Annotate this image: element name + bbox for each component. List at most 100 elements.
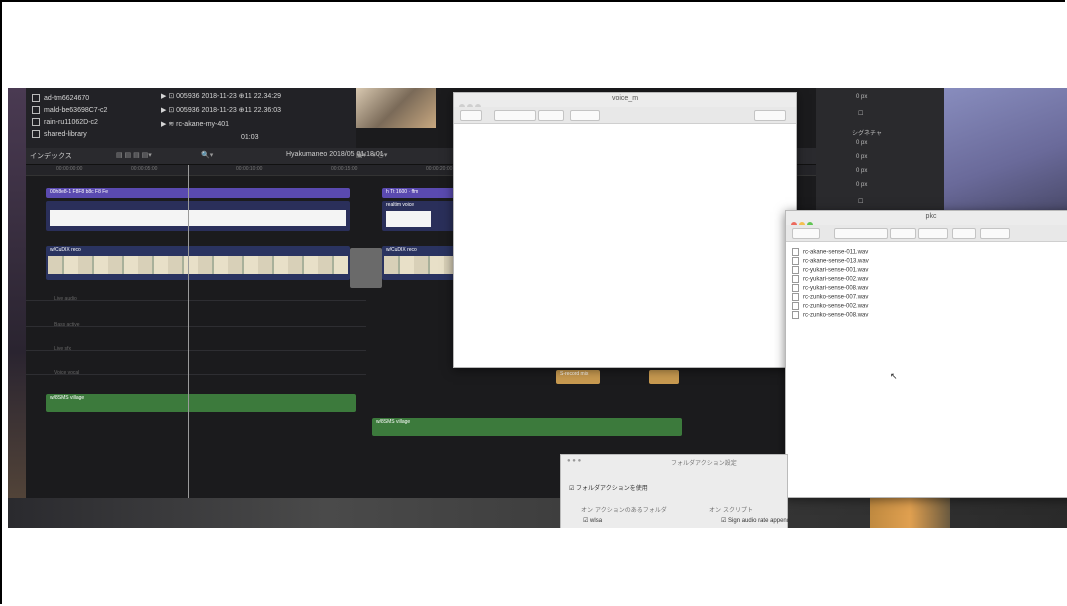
search-button[interactable]: [754, 110, 786, 121]
audio-clip-orange[interactable]: [649, 370, 679, 384]
library-item[interactable]: rain-ru11062D-c2: [32, 118, 98, 126]
filmstrip: [48, 256, 348, 274]
column-header: アクションのあるフォルダ: [595, 508, 667, 514]
audio-file-icon: [792, 275, 799, 283]
window-titlebar[interactable]: voice_m: [454, 93, 796, 110]
library-item[interactable]: mald-be63698C7-c2: [32, 106, 107, 114]
tools-icon[interactable]: ▣▾ ◔▾ ◷▾: [356, 151, 387, 159]
inspector-value: 0 px: [856, 182, 868, 188]
action-button[interactable]: [570, 110, 600, 121]
inspector-value: シグネチャ: [852, 131, 882, 137]
mouse-cursor-icon: ↖: [890, 371, 898, 381]
title-clip[interactable]: h Tt 1600 · ffm: [382, 188, 460, 198]
library-icon: [32, 130, 40, 138]
file-item[interactable]: rc-yukari-sense-001.wav: [792, 266, 868, 274]
clip-thumbnail[interactable]: [356, 88, 436, 128]
column-header: オン: [581, 508, 594, 514]
ruler-tick: 00:00:00:00: [56, 166, 83, 172]
event-item[interactable]: ▶ ⊡ 005936 2018-11-23 ⊕11 22.34:29: [161, 92, 281, 100]
library-item[interactable]: shared-library: [32, 130, 87, 138]
file-item[interactable]: rc-zunko-sense-007.wav: [792, 293, 868, 301]
view-mode-buttons[interactable]: [494, 110, 536, 121]
audio-file-icon: [792, 284, 799, 292]
green-audio-clip[interactable]: w/8SMS village: [372, 418, 682, 436]
event-duration: 01:03: [241, 134, 259, 141]
folder-row[interactable]: ☑ wlsa: [583, 517, 602, 524]
ruler-tick: 00:00:05:00: [131, 166, 158, 172]
audio-file-icon: [792, 293, 799, 301]
ruler-tick: 00:00:15:00: [331, 166, 358, 172]
event-item[interactable]: ▶ ≋ rc-akane-my-401: [161, 120, 229, 128]
audio-clip[interactable]: [46, 201, 350, 231]
lane-label: Live audio: [54, 296, 77, 302]
library-item[interactable]: ad-tm6624670: [32, 94, 89, 102]
lane-label: Voice vocal: [54, 370, 80, 376]
window-controls-icon[interactable]: ● ● ●: [567, 458, 581, 464]
action-button[interactable]: [918, 228, 948, 239]
script-row[interactable]: ☑ Sign audio rate append...: [721, 517, 795, 524]
arrange-button[interactable]: [890, 228, 916, 239]
index-button[interactable]: インデックス: [30, 151, 72, 161]
ruler-tick: 00:00:20:00: [426, 166, 453, 172]
file-item[interactable]: rc-yukari-sense-002.wav: [792, 275, 868, 283]
inspector-value: ☐: [858, 199, 864, 205]
view-mode-buttons[interactable]: [834, 228, 888, 239]
enable-checkbox[interactable]: ☑ フォルダアクションを使用: [569, 483, 648, 492]
tag-button[interactable]: [980, 228, 1010, 239]
finder-toolbar: [786, 225, 1067, 242]
inspector-value: ☐: [858, 111, 864, 117]
zoom-icon[interactable]: 🔍▾: [201, 151, 213, 159]
audio-clip[interactable]: realtim voice: [382, 201, 460, 231]
green-audio-clip[interactable]: w/8SMS village: [46, 394, 356, 412]
view-buttons-icon[interactable]: ▤ ▤ ▤ ▤▾: [116, 151, 152, 159]
waveform: [50, 210, 346, 226]
event-item[interactable]: ▶ ⊡ 005936 2018-11-23 ⊕11 22.36:03: [161, 106, 281, 114]
column-header: オン: [709, 508, 722, 514]
file-item[interactable]: rc-akane-sense-013.wav: [792, 257, 869, 265]
video-clip[interactable]: w/CuDIX reco: [382, 246, 460, 280]
inspector-panel: 0 px ☐ シグネチャ 0 px 0 px 0 px 0 px ☐: [816, 88, 944, 213]
inspector-value: 0 px: [856, 168, 868, 174]
desktop-screen: ad-tm6624670 mald-be63698C7-c2 rain-ru11…: [8, 88, 1067, 528]
file-item[interactable]: rc-zunko-sense-002.wav: [792, 302, 868, 310]
back-forward-buttons[interactable]: [460, 110, 482, 121]
audio-file-icon: [792, 302, 799, 310]
inspector-value: 0 px: [856, 154, 868, 160]
audio-file-icon: [792, 257, 799, 265]
inspector-value: 0 px: [856, 140, 868, 146]
playhead[interactable]: [188, 165, 189, 498]
window-title: voice_m: [611, 95, 639, 102]
arrange-button[interactable]: [538, 110, 564, 121]
desktop-wallpaper-right: [926, 88, 1067, 213]
lane-divider: [26, 300, 366, 301]
filmstrip: [384, 256, 458, 274]
desktop-wallpaper-accent: [870, 498, 950, 528]
column-header: スクリプト: [723, 508, 754, 514]
folder-action-dialog[interactable]: ● ● ● フォルダアクション設定 ☑ フォルダアクションを使用 オン アクショ…: [560, 454, 795, 528]
library-icon: [32, 118, 40, 126]
library-icon: [32, 94, 40, 102]
ruler-tick: 00:00:10:00: [236, 166, 263, 172]
back-forward-buttons[interactable]: [792, 228, 820, 239]
audio-file-icon: [792, 248, 799, 256]
title-clip[interactable]: 00h8e8-1 F8F8 b8c F8 Fe: [46, 188, 350, 198]
video-clip[interactable]: w/CuDIX reco: [46, 246, 350, 280]
finder-window-files[interactable]: pkc rc-akane-sense-011.wav rc-akane-sens…: [785, 210, 1067, 498]
window-titlebar[interactable]: pkc: [786, 211, 1067, 228]
audio-file-icon: [792, 311, 799, 319]
window-title: pkc: [925, 213, 937, 220]
finder-toolbar: [454, 107, 796, 124]
waveform: [386, 211, 431, 227]
dialog-title: フォルダアクション設定: [671, 461, 737, 467]
file-item[interactable]: rc-yukari-sense-008.wav: [792, 284, 868, 292]
file-item[interactable]: rc-akane-sense-011.wav: [792, 248, 868, 256]
lane-label: Live sfx: [54, 346, 71, 352]
share-button[interactable]: [952, 228, 976, 239]
audio-clip-orange[interactable]: S-record mix: [556, 370, 600, 384]
library-icon: [32, 106, 40, 114]
finder-window-voice[interactable]: voice_m: [453, 92, 797, 368]
inspector-value: 0 px: [856, 94, 868, 100]
file-item[interactable]: rc-zunko-sense-008.wav: [792, 311, 868, 319]
gap-clip[interactable]: [350, 248, 382, 288]
audio-file-icon: [792, 266, 799, 274]
